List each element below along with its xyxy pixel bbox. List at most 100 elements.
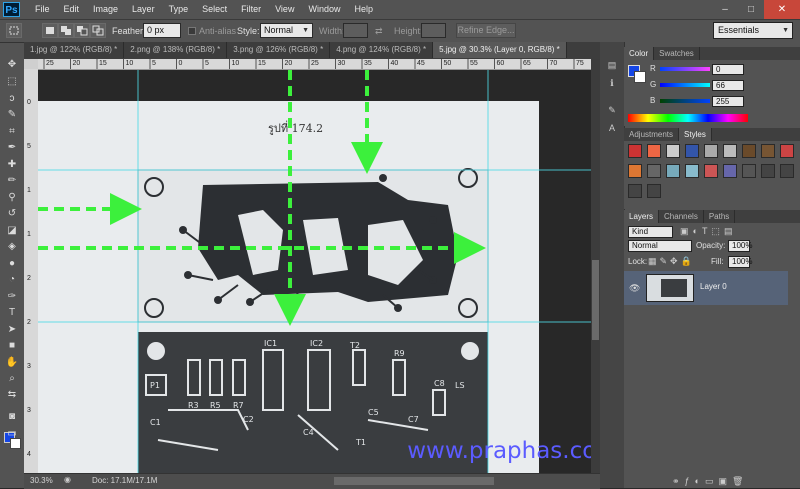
brush-panel-icon[interactable]: ✎	[604, 105, 620, 117]
style-preset-swatch[interactable]	[761, 144, 775, 158]
dodge-tool-icon[interactable]: ◔	[3, 272, 21, 287]
width-input[interactable]	[343, 23, 368, 38]
opacity-input[interactable]: 100%	[728, 240, 752, 252]
style-preset-swatch[interactable]	[723, 144, 737, 158]
style-preset-swatch[interactable]	[685, 164, 699, 178]
blur-tool-icon[interactable]: ●	[3, 256, 21, 271]
kind-filter-dropdown[interactable]: Kind	[628, 226, 673, 238]
pen-tool-icon[interactable]: ✑	[3, 289, 21, 304]
subtract-selection-icon[interactable]	[74, 23, 90, 38]
tab-adjustments[interactable]: Adjustments	[624, 128, 680, 141]
path-select-tool-icon[interactable]: ➤	[3, 322, 21, 337]
style-preset-swatch[interactable]	[742, 164, 756, 178]
menu-image[interactable]: Image	[86, 0, 125, 19]
paint-bucket-tool-icon[interactable]: ◈	[3, 239, 21, 254]
status-info-icon[interactable]: ◉	[64, 475, 74, 487]
lock-icons[interactable]: ▦✎✥🔒	[648, 256, 708, 268]
workspace-dropdown[interactable]: Essentials ▼	[713, 22, 793, 39]
menu-help[interactable]: Help	[347, 0, 380, 19]
layer-row[interactable]: 👁 Layer 0	[624, 271, 788, 305]
style-preset-swatch[interactable]	[666, 164, 680, 178]
quick-select-tool-icon[interactable]: ✎	[3, 107, 21, 122]
tab-paths[interactable]: Paths	[704, 210, 736, 223]
g-slider[interactable]	[660, 83, 710, 87]
blend-mode-dropdown[interactable]: Normal	[628, 240, 692, 252]
style-preset-swatch[interactable]	[628, 184, 642, 198]
type-tool-icon[interactable]: T	[3, 305, 21, 320]
style-preset-swatch[interactable]	[704, 164, 718, 178]
style-preset-swatch[interactable]	[780, 144, 794, 158]
style-preset-swatch[interactable]	[685, 144, 699, 158]
b-slider[interactable]	[660, 99, 710, 103]
height-input[interactable]	[421, 23, 446, 38]
eyedropper-tool-icon[interactable]: ✒	[3, 140, 21, 155]
b-value-input[interactable]: 255	[712, 96, 744, 107]
history-panel-icon[interactable]: ▤	[604, 60, 620, 72]
brush-tool-icon[interactable]: ✏	[3, 173, 21, 188]
eye-icon[interactable]: 👁	[629, 283, 640, 294]
style-preset-swatch[interactable]	[704, 144, 718, 158]
menu-file[interactable]: File	[28, 0, 57, 19]
tab-4-png[interactable]: 4.png @ 124% (RGB/8) *	[330, 42, 434, 58]
tab-1-jpg[interactable]: 1.jpg @ 122% (RGB/8) *	[24, 42, 125, 58]
menu-edit[interactable]: Edit	[57, 0, 87, 19]
style-preset-swatch[interactable]	[628, 164, 642, 178]
tab-layers[interactable]: Layers	[624, 210, 660, 223]
layer-actions-icons[interactable]: ⚭ƒ◐▭▣🗑	[672, 476, 796, 486]
crop-tool-icon[interactable]: ⌗	[3, 124, 21, 139]
style-preset-swatch[interactable]	[780, 164, 794, 178]
move-tool-icon[interactable]: ✥	[3, 57, 21, 72]
history-brush-tool-icon[interactable]: ↺	[3, 206, 21, 221]
r-slider[interactable]	[660, 67, 710, 71]
new-selection-icon[interactable]	[42, 23, 58, 38]
refine-edge-button[interactable]: Refine Edge...	[456, 23, 516, 38]
tab-2-png[interactable]: 2.png @ 138% (RGB/8) *	[124, 42, 228, 58]
tab-channels[interactable]: Channels	[659, 210, 704, 223]
tab-styles[interactable]: Styles	[679, 128, 712, 141]
zoom-tool-icon[interactable]: ⌕	[3, 371, 21, 386]
antialias-checkbox[interactable]	[188, 27, 196, 35]
feather-input[interactable]: 0 px	[143, 23, 181, 38]
properties-panel-icon[interactable]: ℹ	[604, 78, 620, 90]
screen-mode-icon[interactable]: ▭	[3, 426, 21, 441]
style-preset-swatch[interactable]	[761, 164, 775, 178]
close-button[interactable]: ✕	[764, 0, 800, 19]
menu-view[interactable]: View	[268, 0, 301, 19]
swap-icon[interactable]: ⇄	[375, 20, 383, 42]
fill-input[interactable]: 100%	[728, 256, 752, 268]
style-preset-swatch[interactable]	[628, 144, 642, 158]
color-bg-swatch[interactable]	[634, 71, 646, 83]
layer-thumbnail[interactable]	[646, 274, 694, 302]
rectangle-tool-icon[interactable]: ■	[3, 338, 21, 353]
default-colors-icon[interactable]: ⇆	[3, 387, 21, 402]
menu-window[interactable]: Window	[301, 0, 347, 19]
tab-swatches[interactable]: Swatches	[654, 47, 700, 60]
style-preset-swatch[interactable]	[666, 144, 680, 158]
quick-mask-icon[interactable]: ◙	[3, 409, 21, 424]
tab-3-png[interactable]: 3.png @ 126% (RGB/8) *	[227, 42, 331, 58]
color-spectrum-bar[interactable]	[628, 114, 748, 122]
zoom-level[interactable]: 30.3%	[30, 474, 53, 488]
marquee-tool-icon[interactable]: ⬚	[3, 74, 21, 89]
menu-filter[interactable]: Filter	[234, 0, 268, 19]
add-selection-icon[interactable]	[58, 23, 74, 38]
r-value-input[interactable]: 0	[712, 64, 744, 75]
style-preset-swatch[interactable]	[742, 144, 756, 158]
style-preset-swatch[interactable]	[647, 144, 661, 158]
style-dropdown[interactable]: Normal ▼	[260, 23, 313, 38]
style-preset-swatch[interactable]	[647, 164, 661, 178]
tab-5-jpg[interactable]: 5.jpg @ 30.3% (Layer 0, RGB/8) *	[433, 42, 567, 58]
tab-color[interactable]: Color	[624, 47, 655, 60]
menu-select[interactable]: Select	[195, 0, 234, 19]
intersect-selection-icon[interactable]	[90, 23, 106, 38]
scrollbar-thumb[interactable]	[592, 260, 599, 340]
style-preset-swatch[interactable]	[723, 164, 737, 178]
style-preset-swatch[interactable]	[647, 184, 661, 198]
document-canvas[interactable]: รูปที่ 174.2 P1 R3 R5 R7 IC1 IC2 T2 R9 C…	[38, 70, 591, 473]
minimize-button[interactable]: –	[712, 0, 738, 19]
lasso-tool-icon[interactable]: ↄ	[3, 91, 21, 106]
healing-brush-tool-icon[interactable]: ✚	[3, 157, 21, 172]
marquee-preset-icon[interactable]	[6, 23, 22, 38]
horizontal-scrollbar-thumb[interactable]	[334, 477, 494, 485]
clone-stamp-tool-icon[interactable]: ⚲	[3, 190, 21, 205]
